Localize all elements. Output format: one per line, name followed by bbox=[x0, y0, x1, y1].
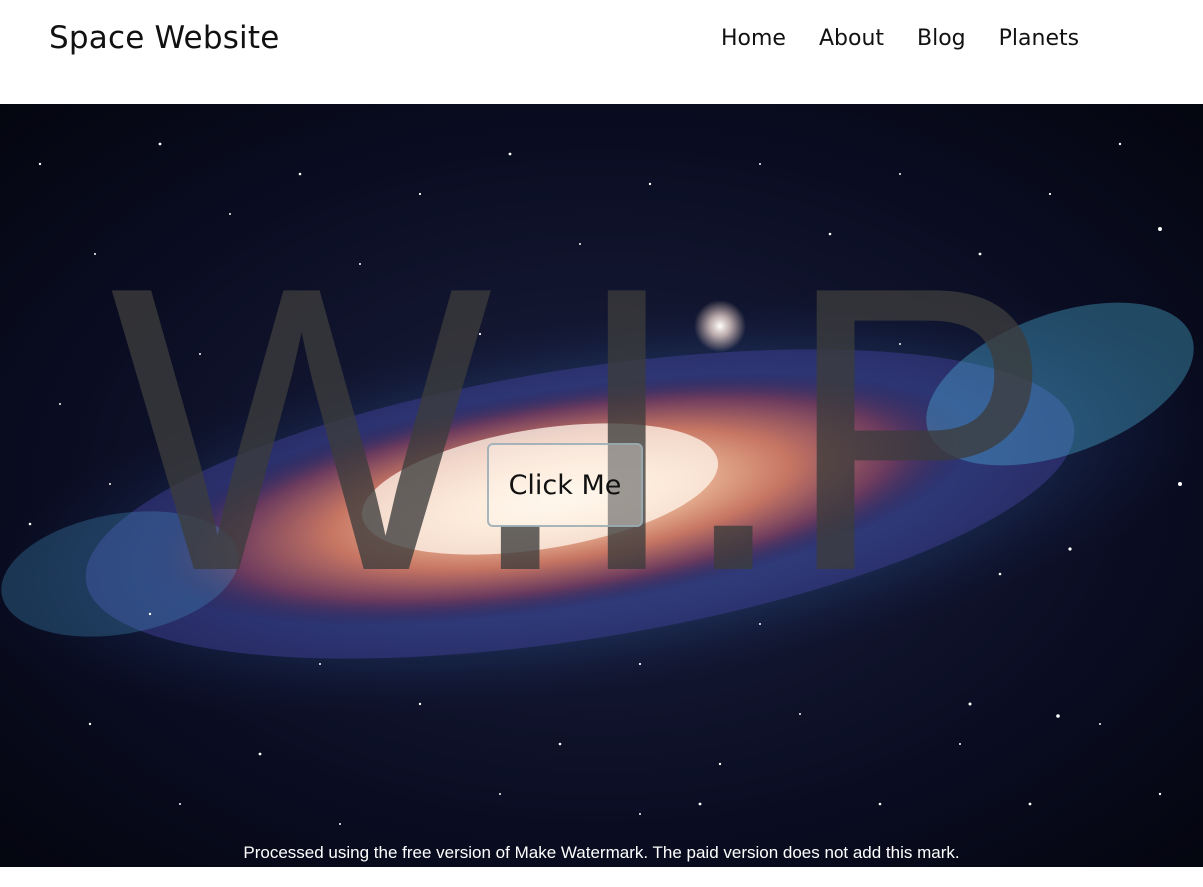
nav-planets-link[interactable]: Planets bbox=[999, 26, 1079, 51]
site-title[interactable]: Space Website bbox=[49, 20, 280, 56]
click-me-button[interactable]: Click Me bbox=[487, 443, 643, 527]
nav-about-link[interactable]: About bbox=[819, 26, 884, 51]
site-header: Space Website Home About Blog Planets bbox=[0, 0, 1203, 104]
hero-section: W.I.P Click Me Processed using the free … bbox=[0, 104, 1203, 867]
main-nav: Home About Blog Planets bbox=[721, 26, 1112, 51]
page-bottom-strip bbox=[0, 867, 1203, 887]
nav-blog-link[interactable]: Blog bbox=[917, 26, 966, 51]
watermark-notice: Processed using the free version of Make… bbox=[243, 843, 960, 862]
nav-home-link[interactable]: Home bbox=[721, 26, 786, 51]
